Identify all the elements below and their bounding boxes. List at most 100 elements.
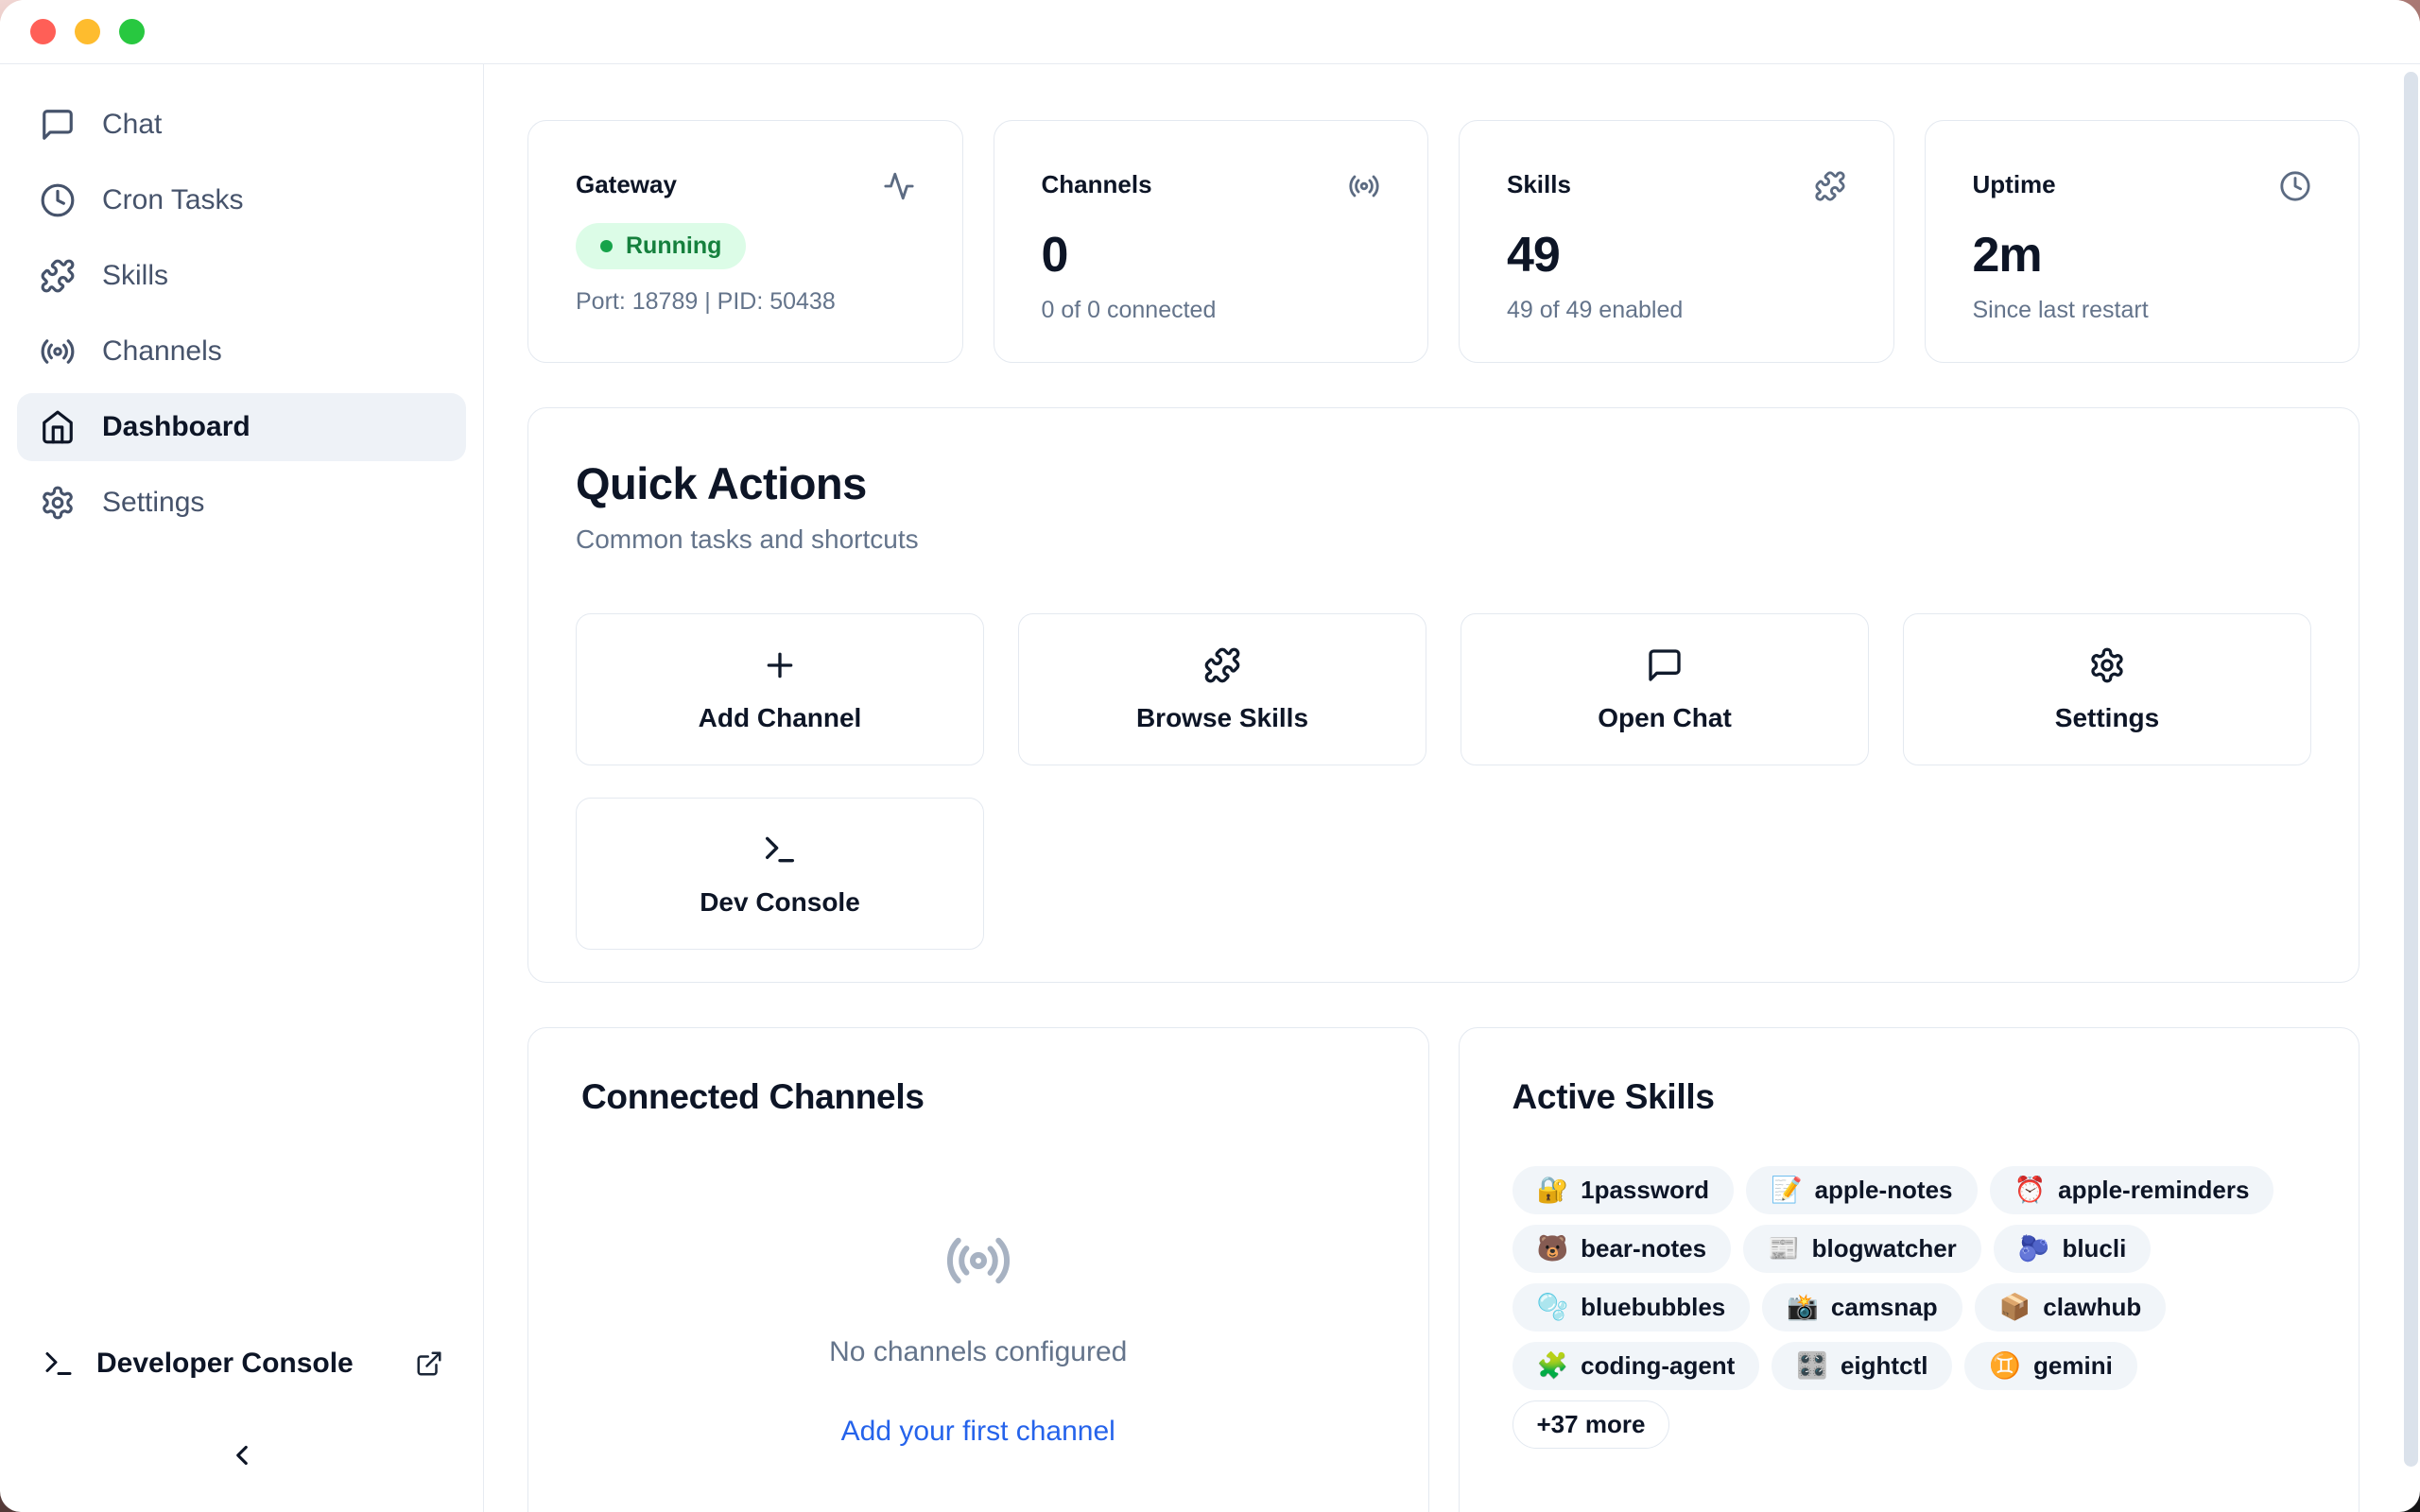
puzzle-icon bbox=[1814, 170, 1846, 202]
sidebar-item-settings[interactable]: Settings bbox=[17, 469, 466, 537]
skill-chip-blucli[interactable]: 🫐blucli bbox=[1994, 1225, 2152, 1273]
stat-title: Channels bbox=[1042, 170, 1152, 199]
sidebar-footer: Developer Console bbox=[0, 1347, 483, 1474]
channels-empty-state: No channels configured Add your first ch… bbox=[581, 1117, 1375, 1448]
alarm-emoji-icon: ⏰ bbox=[2014, 1177, 2047, 1203]
sidebar-item-label: Channels bbox=[102, 335, 222, 368]
skill-name: 1password bbox=[1581, 1176, 1709, 1205]
skill-name: apple-reminders bbox=[2058, 1176, 2249, 1205]
skills-caption: 49 of 49 enabled bbox=[1507, 297, 1846, 324]
clock-icon bbox=[2279, 170, 2311, 202]
active-skills-card: Active Skills 🔐 1password 📝 apple-notes ⏰ a… bbox=[1459, 1027, 2360, 1512]
camera-emoji-icon: 📸 bbox=[1787, 1295, 1819, 1320]
skill-chip-bluebubbles[interactable]: 🫧 bluebubbles bbox=[1512, 1283, 1751, 1332]
collapse-sidebar-button[interactable] bbox=[226, 1439, 258, 1474]
app-window: Chat Cron Tasks Skills Channels Dashboar… bbox=[0, 0, 2420, 1512]
radio-icon bbox=[1348, 170, 1380, 202]
skill-name: blucli bbox=[2062, 1234, 2126, 1263]
window-titlebar bbox=[0, 0, 2420, 64]
gateway-status-badge: Running bbox=[576, 223, 746, 269]
stat-title: Skills bbox=[1507, 170, 1571, 199]
sidebar-item-cron-tasks[interactable]: Cron Tasks bbox=[17, 166, 466, 234]
puzzle-emoji-icon: 🧩 bbox=[1537, 1353, 1569, 1379]
skill-name: coding-agent bbox=[1581, 1351, 1735, 1381]
skill-chip-1password[interactable]: 🔐 1password bbox=[1512, 1166, 1734, 1214]
skill-chip-apple-reminders[interactable]: ⏰ apple-reminders bbox=[1990, 1166, 2274, 1214]
open-chat-label: Open Chat bbox=[1598, 703, 1732, 733]
gemini-emoji-icon: ♊ bbox=[1989, 1353, 2021, 1379]
sidebar-item-label: Settings bbox=[102, 487, 204, 519]
browse-skills-button[interactable]: Browse Skills bbox=[1018, 613, 1426, 765]
settings-button[interactable]: Settings bbox=[1903, 613, 2311, 765]
sidebar-item-label: Skills bbox=[102, 260, 168, 292]
close-window-button[interactable] bbox=[30, 19, 56, 44]
channels-stat-card: Channels 0 0 of 0 connected bbox=[994, 120, 1429, 363]
developer-console-button[interactable]: Developer Console bbox=[0, 1347, 483, 1381]
connected-channels-title: Connected Channels bbox=[581, 1077, 1375, 1117]
puzzle-icon bbox=[1203, 646, 1241, 684]
clock-icon bbox=[40, 182, 76, 218]
bottom-section: Connected Channels No channels configure… bbox=[527, 1027, 2360, 1512]
bear-emoji-icon: 🐻 bbox=[1537, 1236, 1569, 1262]
app-body: Chat Cron Tasks Skills Channels Dashboar… bbox=[0, 64, 2420, 1512]
gateway-status-text: Running bbox=[626, 232, 721, 260]
external-link-icon bbox=[415, 1349, 443, 1378]
uptime-caption: Since last restart bbox=[1973, 297, 2312, 324]
quick-actions-grid: Add Channel Browse Skills Open Chat Sett… bbox=[576, 613, 2311, 950]
skill-chip-apple-notes[interactable]: 📝 apple-notes bbox=[1746, 1166, 1978, 1214]
skill-chip-eightctl[interactable]: 🎛️eightctl bbox=[1772, 1342, 1952, 1390]
sidebar-item-dashboard[interactable]: Dashboard bbox=[17, 393, 466, 461]
skill-chip-camsnap[interactable]: 📸 camsnap bbox=[1762, 1283, 1962, 1332]
package-emoji-icon: 📦 bbox=[1999, 1295, 2031, 1320]
stat-title: Gateway bbox=[576, 170, 677, 199]
more-skills-button[interactable]: +37 more bbox=[1512, 1400, 1670, 1449]
sidebar-item-skills[interactable]: Skills bbox=[17, 242, 466, 310]
dashboard-main: Gateway Running Port: 18789 | PID: 50438… bbox=[484, 64, 2420, 1512]
activity-icon bbox=[883, 170, 915, 202]
channels-count: 0 bbox=[1042, 231, 1381, 280]
browse-skills-label: Browse Skills bbox=[1136, 703, 1308, 733]
radio-icon bbox=[40, 334, 76, 369]
gear-icon bbox=[40, 485, 76, 521]
skill-name: bluebubbles bbox=[1581, 1293, 1725, 1322]
skill-chip-clawhub[interactable]: 📦clawhub bbox=[1975, 1283, 2167, 1332]
open-chat-button[interactable]: Open Chat bbox=[1461, 613, 1869, 765]
chat-icon bbox=[40, 107, 76, 143]
skill-chip-bear-notes[interactable]: 🐻bear-notes bbox=[1512, 1225, 1732, 1273]
quick-actions-card: Quick Actions Common tasks and shortcuts… bbox=[527, 407, 2360, 983]
uptime-stat-card: Uptime 2m Since last restart bbox=[1925, 120, 2360, 363]
zoom-window-button[interactable] bbox=[119, 19, 145, 44]
connected-channels-card: Connected Channels No channels configure… bbox=[527, 1027, 1429, 1512]
skill-name: gemini bbox=[2033, 1351, 2113, 1381]
minimize-window-button[interactable] bbox=[75, 19, 100, 44]
skill-name: eightctl bbox=[1841, 1351, 1927, 1381]
sidebar-item-channels[interactable]: Channels bbox=[17, 318, 466, 386]
add-first-channel-link[interactable]: Add your first channel bbox=[841, 1416, 1115, 1448]
radio-icon bbox=[944, 1227, 1012, 1295]
gateway-port-pid: Port: 18789 | PID: 50438 bbox=[576, 288, 915, 316]
settings-label: Settings bbox=[2055, 703, 2159, 733]
sidebar-item-chat[interactable]: Chat bbox=[17, 91, 466, 159]
skill-chip-coding-agent[interactable]: 🧩 coding-agent bbox=[1512, 1342, 1760, 1390]
chat-icon bbox=[1646, 646, 1684, 684]
add-channel-button[interactable]: Add Channel bbox=[576, 613, 984, 765]
collapse-row bbox=[0, 1439, 483, 1474]
sidebar: Chat Cron Tasks Skills Channels Dashboar… bbox=[0, 64, 484, 1512]
skill-chips: 🔐 1password 📝 apple-notes ⏰ apple-reminders… bbox=[1512, 1166, 2307, 1449]
lock-emoji-icon: 🔐 bbox=[1537, 1177, 1569, 1203]
skills-stat-card: Skills 49 49 of 49 enabled bbox=[1459, 120, 1894, 363]
sidebar-item-label: Cron Tasks bbox=[102, 184, 244, 216]
dev-console-button[interactable]: Dev Console bbox=[576, 798, 984, 950]
skill-name: camsnap bbox=[1831, 1293, 1938, 1322]
quick-actions-title: Quick Actions bbox=[576, 457, 2311, 509]
bubbles-emoji-icon: 🫧 bbox=[1537, 1295, 1569, 1320]
vertical-scrollbar[interactable] bbox=[2404, 72, 2418, 1467]
newspaper-emoji-icon: 📰 bbox=[1768, 1236, 1800, 1262]
skill-name: apple-notes bbox=[1815, 1176, 1953, 1205]
skill-name: blogwatcher bbox=[1812, 1234, 1957, 1263]
active-skills-title: Active Skills bbox=[1512, 1077, 2307, 1117]
skill-chip-blogwatcher[interactable]: 📰 blogwatcher bbox=[1743, 1225, 1981, 1273]
memo-emoji-icon: 📝 bbox=[1771, 1177, 1803, 1203]
skill-chip-gemini[interactable]: ♊ gemini bbox=[1964, 1342, 2136, 1390]
add-channel-label: Add Channel bbox=[699, 703, 862, 733]
